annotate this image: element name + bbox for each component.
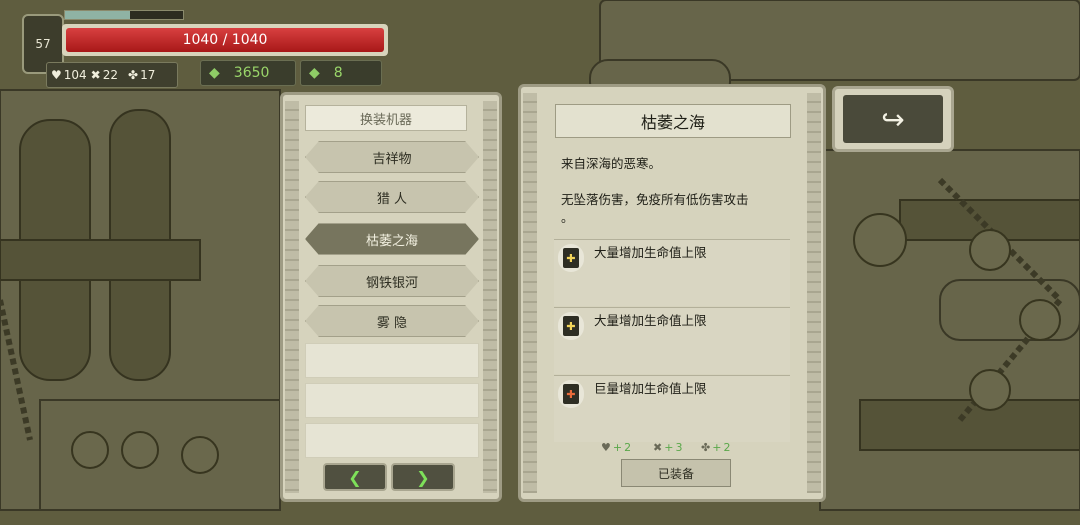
panel-rail-left bbox=[523, 93, 537, 493]
panel-title: 换装机器 bbox=[305, 105, 467, 131]
bonus-health: ♥ +2 bbox=[601, 441, 632, 454]
experience-fill bbox=[65, 11, 130, 19]
outfit-item-withered-sea[interactable]: 枯萎之海 bbox=[305, 223, 479, 255]
chevron-right-icon: ❯ bbox=[416, 467, 430, 487]
outfit-item-mascot[interactable]: 吉祥物 bbox=[305, 141, 479, 173]
gem-count: 3650 bbox=[233, 65, 270, 81]
crossed-swords-icon: ✖ bbox=[653, 441, 663, 454]
outfit-item-mist[interactable]: 雾 隐 bbox=[305, 305, 479, 337]
bonus-health-value: 2 bbox=[624, 441, 632, 454]
outfit-item-hunter[interactable]: 猎 人 bbox=[305, 181, 479, 213]
heart-icon: ♥ bbox=[601, 441, 611, 454]
book-icon: ✚ bbox=[558, 380, 584, 408]
empty-slot bbox=[305, 343, 479, 378]
perk-text: 大量增加生命值上限 bbox=[594, 313, 707, 328]
experience-bar bbox=[64, 10, 184, 20]
bonus-attack: ✖ +3 bbox=[653, 441, 683, 454]
health-bar: 1040 / 1040 bbox=[66, 28, 384, 52]
heart-icon: ♥ bbox=[51, 68, 62, 82]
outfit-detail-panel: 枯萎之海 来自深海的恶寒。 无坠落伤害，免疫所有低伤害攻击 。 ✚ 大量增加生命… bbox=[518, 84, 826, 502]
perk-row: ✚ 大量增加生命值上限 bbox=[554, 239, 790, 306]
panel-rail-left bbox=[285, 101, 299, 493]
outfit-list-panel: 换装机器 吉祥物 猎 人 枯萎之海 钢铁银河 雾 隐 ❮ ❯ bbox=[280, 92, 502, 502]
stat-attack: 22 bbox=[102, 68, 119, 82]
prev-page-button[interactable]: ❮ bbox=[323, 463, 387, 491]
health-text: 1040 / 1040 bbox=[182, 32, 268, 48]
book-icon: ✚ bbox=[558, 244, 584, 272]
crossed-swords-icon: ✖ bbox=[90, 68, 101, 82]
outfit-effect-text-end: 。 bbox=[561, 210, 574, 225]
outfit-flavor-text: 来自深海的恶寒。 bbox=[561, 156, 662, 171]
clover-icon: ✤ bbox=[128, 68, 139, 82]
player-level: 57 bbox=[35, 37, 51, 51]
bonus-attack-value: 3 bbox=[675, 441, 683, 454]
currency-gems: ◆ 3650 bbox=[200, 60, 296, 86]
chevron-left-icon: ❮ bbox=[348, 467, 362, 487]
bonus-luck: ✤ +2 bbox=[701, 441, 731, 454]
empty-slot bbox=[305, 383, 479, 418]
equipped-button[interactable]: 已装备 bbox=[621, 459, 731, 487]
panel-rail-right bbox=[807, 93, 821, 493]
panel-rail-right bbox=[483, 101, 497, 493]
bonus-luck-value: 2 bbox=[723, 441, 731, 454]
outfit-effect-text: 无坠落伤害，免疫所有低伤害攻击 bbox=[561, 192, 749, 207]
currency-ore: ◆ 8 bbox=[300, 60, 382, 86]
player-stats: ♥ 104 ✖ 22 ✤ 17 bbox=[46, 62, 178, 88]
stat-health: 104 bbox=[63, 68, 87, 82]
health-bar-frame: 1040 / 1040 bbox=[62, 24, 388, 56]
perk-row: ✚ 巨量增加生命值上限 bbox=[554, 375, 790, 442]
perk-row: ✚ 大量增加生命值上限 bbox=[554, 307, 790, 374]
perk-text: 大量增加生命值上限 bbox=[594, 245, 707, 260]
outfit-item-steel-galaxy[interactable]: 钢铁银河 bbox=[305, 265, 479, 297]
next-page-button[interactable]: ❯ bbox=[391, 463, 455, 491]
book-icon: ✚ bbox=[558, 312, 584, 340]
green-gem-icon: ◆ bbox=[209, 65, 220, 81]
back-arrow-icon: ↪ bbox=[843, 95, 943, 143]
green-ore-icon: ◆ bbox=[309, 65, 320, 81]
outfit-title: 枯萎之海 bbox=[555, 104, 791, 138]
stat-luck: 17 bbox=[140, 68, 156, 82]
ore-count: 8 bbox=[333, 65, 343, 81]
perk-text: 巨量增加生命值上限 bbox=[594, 381, 707, 396]
back-button[interactable]: ↪ bbox=[832, 86, 954, 152]
clover-icon: ✤ bbox=[701, 441, 711, 454]
empty-slot bbox=[305, 423, 479, 458]
